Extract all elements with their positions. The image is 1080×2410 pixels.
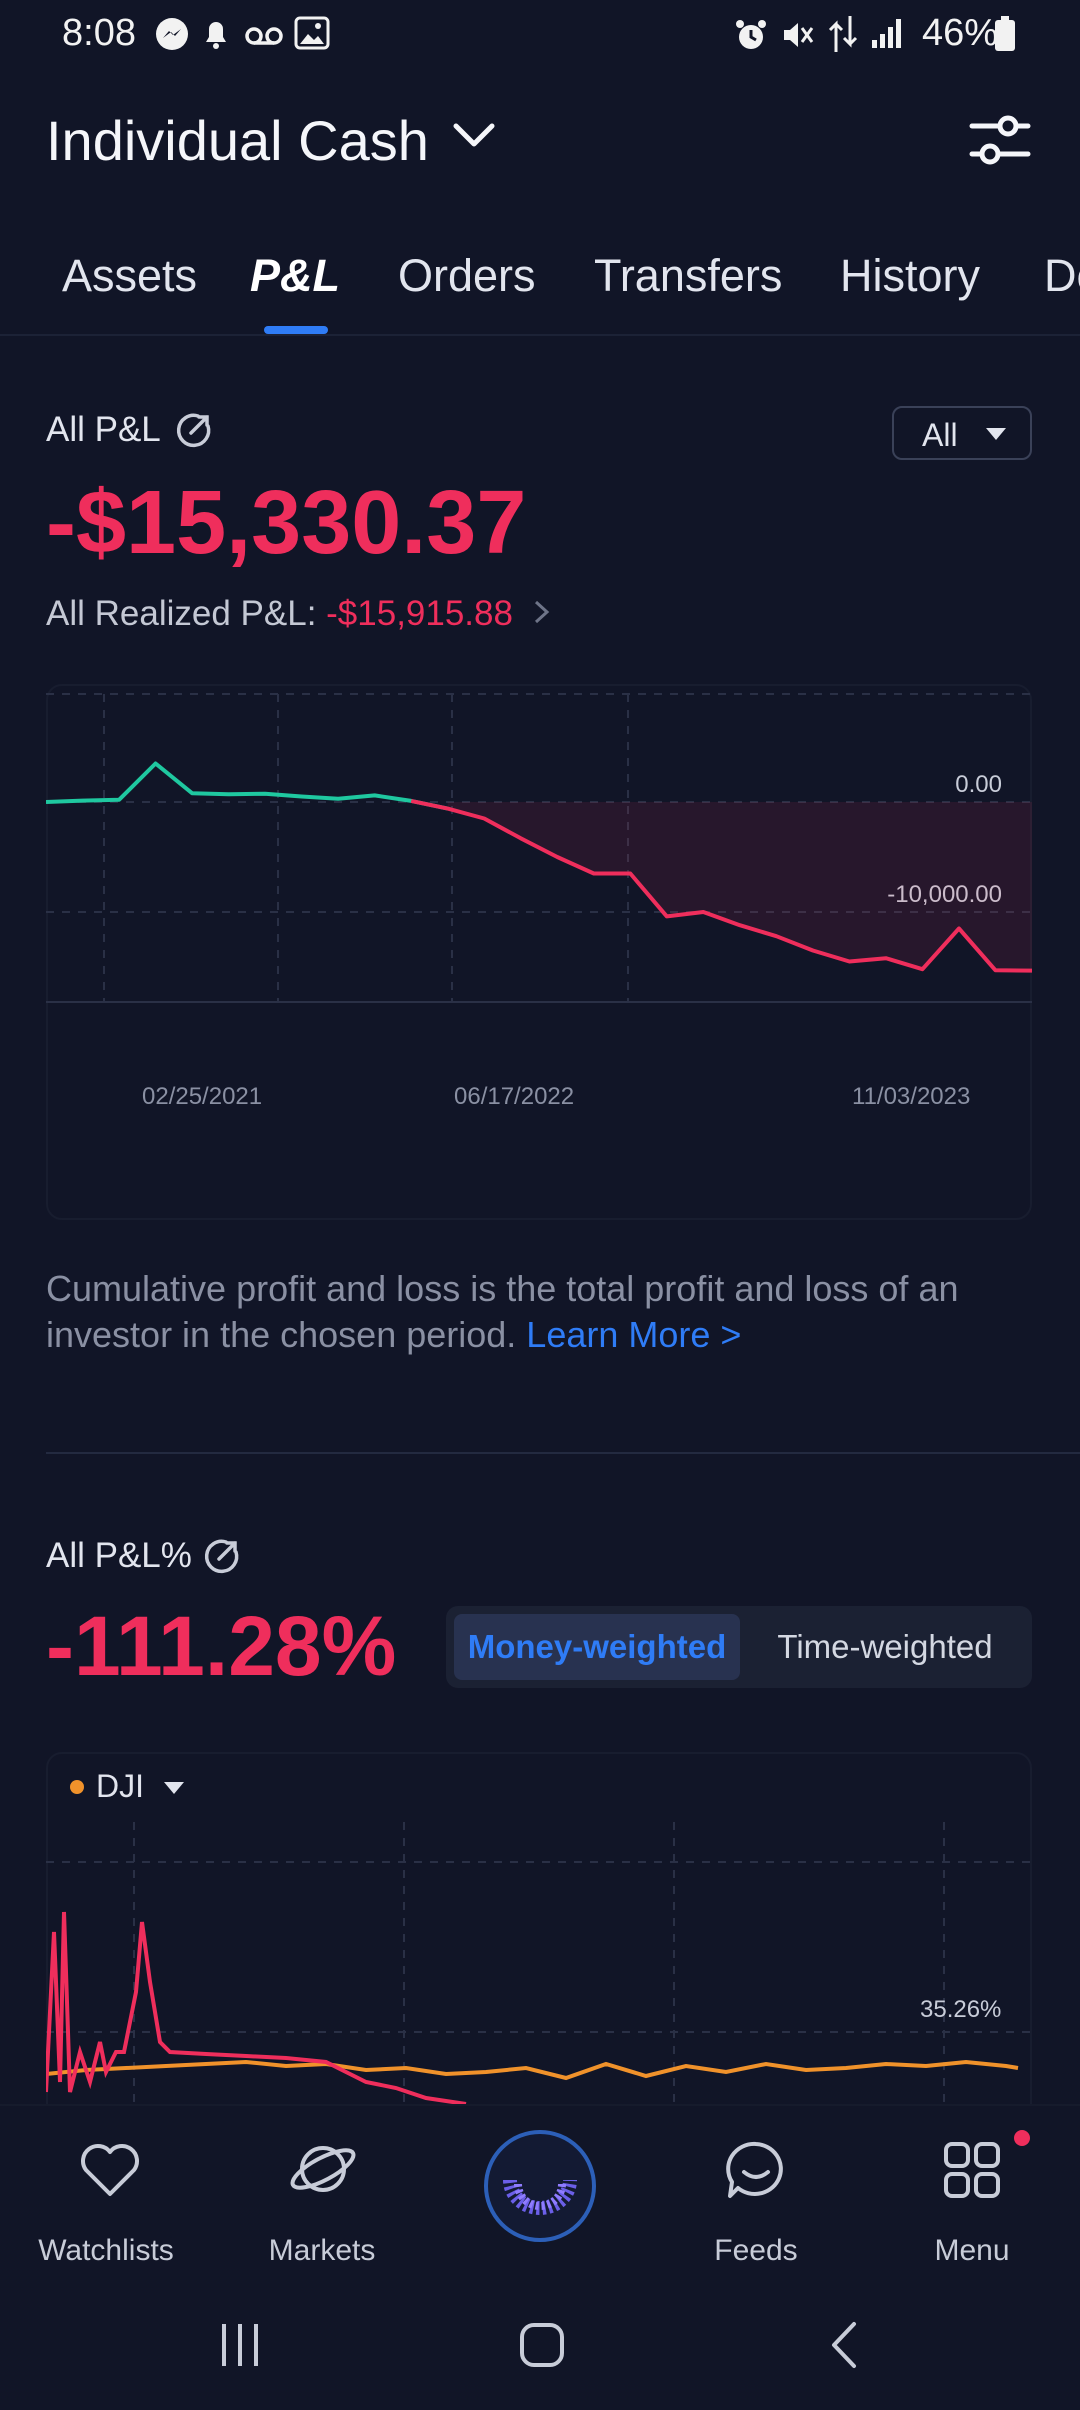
messenger-icon [154, 16, 190, 60]
status-bar: 8:08 46% [0, 0, 1080, 72]
x-tick-label: 11/03/2023 [852, 1083, 970, 1110]
notification-dot [1014, 2130, 1030, 2146]
pnl-pct-value: -111.28% [46, 1599, 397, 1693]
period-dropdown[interactable]: All [892, 406, 1032, 460]
notification-bell-icon [202, 18, 230, 58]
money-weighted-option[interactable]: Money-weighted [454, 1614, 740, 1680]
pnl-description: Cumulative profit and loss is the total … [46, 1266, 1026, 1358]
benchmark-dot [70, 1780, 84, 1794]
tab-history[interactable]: History [840, 250, 980, 302]
gallery-icon [294, 16, 330, 58]
settings-sliders-icon[interactable] [968, 112, 1032, 173]
period-label: All [922, 417, 958, 453]
home-icon[interactable] [518, 2320, 566, 2375]
tab-orders[interactable]: Orders [398, 250, 536, 302]
alarm-icon [734, 18, 768, 60]
tab-documents[interactable]: De [1044, 250, 1080, 302]
tabs-divider [0, 334, 1080, 336]
tab-pnl[interactable]: P&L [250, 250, 340, 302]
status-time: 8:08 [62, 12, 136, 54]
description-text: Cumulative profit and loss is the total … [46, 1268, 959, 1355]
learn-more-link[interactable]: Learn More > [526, 1314, 741, 1355]
nav-label: Watchlists [38, 2234, 174, 2267]
return-mode-toggle[interactable]: Money-weighted Time-weighted [446, 1606, 1032, 1688]
nav-label: Feeds [714, 2234, 798, 2267]
pnl-value: -$15,330.37 [46, 473, 527, 573]
pnl-chart[interactable]: 0.00-10,000.0002/25/2021 06/17/2022 11/03/… [46, 684, 1032, 1220]
chevron-down-icon[interactable] [452, 120, 496, 155]
share-icon[interactable] [176, 412, 212, 453]
pct-axis-label: 35.26% [920, 1996, 1002, 2023]
caret-down-icon[interactable] [164, 1782, 184, 1794]
pnl-pct-title: All P&L% [46, 1536, 192, 1575]
account-selector[interactable]: Individual Cash [46, 108, 429, 173]
moomoo-logo-icon [482, 2128, 598, 2249]
battery-icon [994, 16, 1016, 57]
voicemail-icon [244, 22, 284, 56]
section-divider [46, 1452, 1080, 1454]
recent-apps-icon[interactable] [216, 2320, 264, 2375]
pnl-pct-chart [46, 1822, 1032, 2104]
x-tick-label: 06/17/2022 [454, 1083, 574, 1110]
mute-icon [780, 18, 814, 60]
x-tick-label: 02/25/2021 [142, 1083, 262, 1110]
realized-value: -$15,915.88 [326, 594, 513, 633]
benchmark-selector[interactable]: DJI [96, 1768, 144, 1805]
y-tick-label: 0.00 [955, 771, 1002, 798]
back-icon[interactable] [826, 2320, 866, 2375]
tab-transfers[interactable]: Transfers [594, 250, 782, 302]
caret-down-icon [986, 428, 1006, 440]
data-transfer-icon [826, 14, 860, 62]
time-weighted-option[interactable]: Time-weighted [746, 1614, 1024, 1680]
battery-percent: 46% [921, 12, 998, 54]
tab-assets[interactable]: Assets [62, 250, 197, 302]
grid-icon [942, 2140, 1002, 2205]
signal-icon [870, 16, 906, 58]
realized-label: All Realized P&L: [46, 594, 327, 633]
nav-label: Menu [934, 2234, 1010, 2267]
active-tab-indicator [264, 326, 328, 334]
heart-icon [78, 2140, 142, 2205]
realized-pnl-link[interactable]: All Realized P&L: -$15,915.88 [46, 594, 551, 634]
chat-icon [722, 2138, 790, 2207]
planet-icon [286, 2136, 360, 2207]
pnl-title: All P&L [46, 410, 161, 449]
share-icon[interactable] [204, 1538, 240, 1579]
nav-label: Markets [268, 2234, 376, 2267]
chevron-right-icon [533, 594, 551, 633]
